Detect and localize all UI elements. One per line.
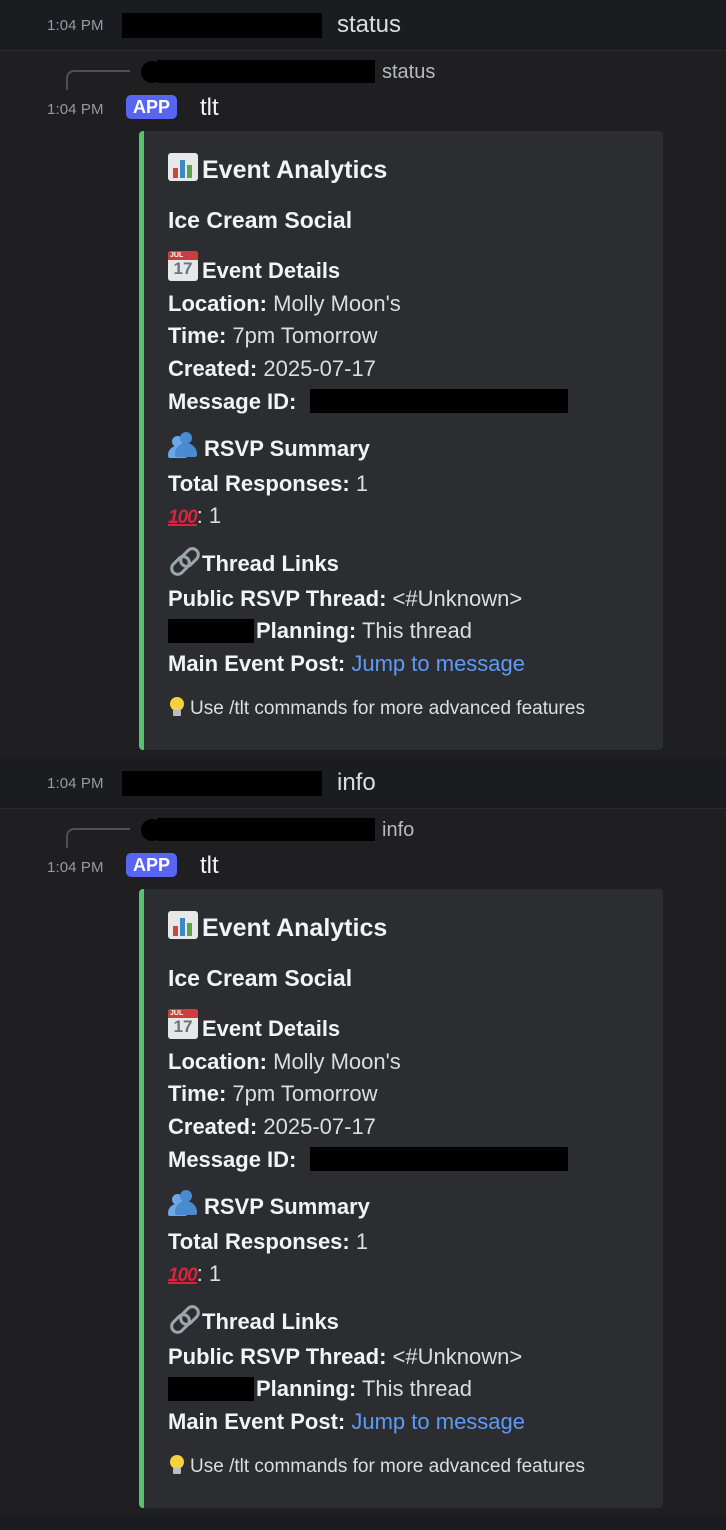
- analytics-embed: Event Analytics Ice Cream Social JUL 17 Ev…: [139, 131, 663, 750]
- total-responses-line: Total Responses: 1: [168, 1229, 369, 1254]
- people-icon: [168, 1189, 200, 1217]
- embed-footer: Use /tlt commands for more advanced feat…: [170, 1455, 585, 1478]
- reaction-count-line: 100: 1: [168, 503, 222, 528]
- calendar-icon: JUL 17: [168, 1009, 198, 1039]
- timestamp: 1:04 PM: [47, 775, 104, 792]
- rsvp-summary-heading: RSVP Summary: [168, 431, 370, 462]
- reply-connector: [66, 70, 130, 90]
- time-line: Time: 7pm Tomorrow: [168, 323, 378, 348]
- reply-connector: [66, 828, 130, 848]
- app-badge: APP: [126, 95, 178, 119]
- analytics-embed: Event Analytics Ice Cream Social JUL 17 Ev…: [139, 889, 663, 1508]
- public-rsvp-line: Public RSVP Thread: <#Unknown>: [168, 1344, 523, 1369]
- thread-links-heading: Thread Links: [167, 544, 339, 579]
- event-details-heading: JUL 17 Event Details: [168, 1009, 341, 1041]
- created-line: Created: 2025-07-17: [168, 1114, 376, 1139]
- redacted-planning-prefix: [168, 619, 254, 643]
- author-name[interactable]: tlt: [200, 852, 219, 880]
- bot-response-message: info 1:04 PM APP tlt Event Analytics Ice…: [0, 808, 726, 1516]
- embed-footer: Use /tlt commands for more advanced feat…: [170, 697, 585, 720]
- bot-response-message: status 1:04 PM APP tlt Event Analytics I…: [0, 50, 726, 758]
- command-message[interactable]: 1:04 PM info: [0, 758, 726, 809]
- event-name: Ice Cream Social: [168, 965, 353, 991]
- embed-title: Event Analytics: [168, 911, 387, 943]
- hundred-points-icon: 100: [168, 1265, 198, 1286]
- planning-line: Planning: This thread: [256, 618, 472, 643]
- main-post-line: Main Event Post: Jump to message: [168, 1409, 526, 1434]
- event-details-heading: JUL 17 Event Details: [168, 251, 341, 283]
- redacted-message-id: [310, 1147, 568, 1171]
- thread-links-heading: Thread Links: [167, 1302, 339, 1337]
- timestamp: 1:04 PM: [47, 17, 104, 34]
- event-name: Ice Cream Social: [168, 207, 353, 233]
- command-message[interactable]: 1:04 PM status: [0, 0, 726, 51]
- app-badge: APP: [126, 853, 178, 877]
- jump-to-message-link[interactable]: Jump to message: [351, 651, 525, 676]
- people-icon: [168, 431, 200, 459]
- message-id-line: Message ID:: [168, 1147, 297, 1172]
- timestamp: 1:04 PM: [47, 101, 104, 118]
- command-text: info: [337, 769, 376, 796]
- link-icon: [167, 544, 203, 579]
- command-text: status: [337, 11, 402, 38]
- lightbulb-icon: [170, 697, 184, 717]
- planning-line: Planning: This thread: [256, 1376, 472, 1401]
- redacted-message-id: [310, 389, 568, 413]
- message-id-line: Message ID:: [168, 389, 297, 414]
- main-post-line: Main Event Post: Jump to message: [168, 651, 526, 676]
- reply-preview-text[interactable]: info: [382, 819, 414, 842]
- public-rsvp-line: Public RSVP Thread: <#Unknown>: [168, 586, 523, 611]
- redacted-username: [122, 13, 322, 38]
- redacted-reply-username: [157, 60, 375, 83]
- redacted-username: [122, 771, 322, 796]
- reaction-count-line: 100: 1: [168, 1261, 222, 1286]
- created-line: Created: 2025-07-17: [168, 356, 376, 381]
- bar-chart-icon: [168, 911, 198, 939]
- location-line: Location: Molly Moon's: [168, 291, 401, 316]
- bar-chart-icon: [168, 153, 198, 181]
- author-name[interactable]: tlt: [200, 94, 219, 122]
- next-message-edge: [0, 1516, 726, 1530]
- calendar-icon: JUL 17: [168, 251, 198, 281]
- embed-title: Event Analytics: [168, 153, 387, 185]
- lightbulb-icon: [170, 1455, 184, 1475]
- hundred-points-icon: 100: [168, 507, 198, 528]
- jump-to-message-link[interactable]: Jump to message: [351, 1409, 525, 1434]
- location-line: Location: Molly Moon's: [168, 1049, 401, 1074]
- redacted-planning-prefix: [168, 1377, 254, 1401]
- reply-preview-text[interactable]: status: [382, 61, 435, 84]
- rsvp-summary-heading: RSVP Summary: [168, 1189, 370, 1220]
- link-icon: [167, 1302, 203, 1337]
- timestamp: 1:04 PM: [47, 859, 104, 876]
- total-responses-line: Total Responses: 1: [168, 471, 369, 496]
- time-line: Time: 7pm Tomorrow: [168, 1081, 378, 1106]
- chat-log: 1:04 PM status status 1:04 PM APP tlt Ev…: [0, 0, 726, 1530]
- redacted-reply-username: [157, 818, 375, 841]
